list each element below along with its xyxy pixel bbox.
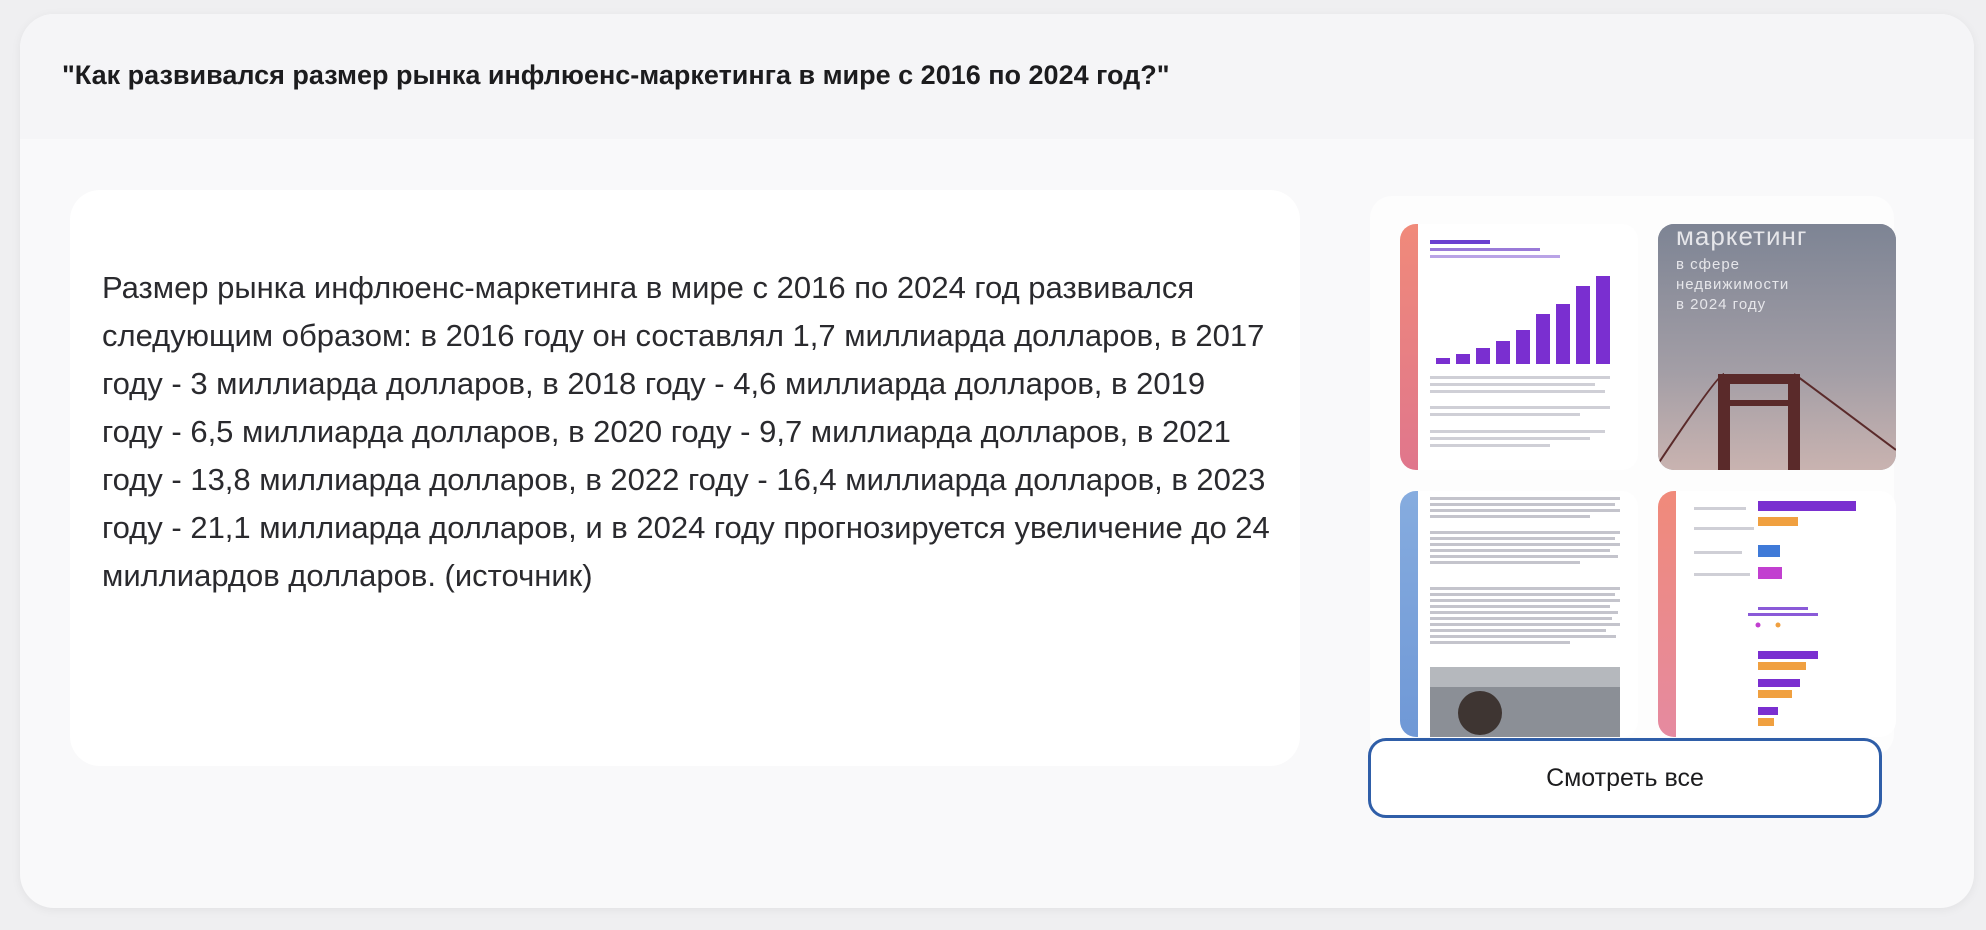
thumbnail-accent-strip — [1658, 491, 1676, 737]
thumb-bar — [1576, 286, 1590, 364]
see-all-button[interactable]: Смотреть все — [1368, 738, 1882, 818]
thumb-hbar — [1758, 679, 1800, 687]
thumb-hbar — [1758, 690, 1792, 698]
thumb-subheading — [1758, 607, 1808, 610]
thumb-hbar — [1758, 707, 1778, 715]
question-title: "Как развивался размер рынка инфлюенс-ма… — [62, 60, 1170, 90]
thumbnail-cover-bridge[interactable]: маркетинг в сфере недвижимости в 2024 го… — [1658, 224, 1896, 470]
thumb-hbar — [1758, 567, 1782, 579]
thumb-legend-dot — [1775, 622, 1781, 628]
thumbnail-chart-illustration — [1430, 240, 1610, 447]
thumb-text-line — [1430, 444, 1550, 447]
thumb-bar — [1456, 354, 1470, 364]
thumb-bar — [1556, 304, 1570, 364]
thumb-cover-subtitle: в 2024 году — [1676, 296, 1767, 313]
thumb-bar — [1436, 358, 1450, 364]
thumb-text-line — [1430, 376, 1610, 379]
thumb-hbar — [1758, 517, 1798, 526]
thumb-photo-person — [1458, 691, 1502, 735]
card-header: "Как развивался размер рынка инфлюенс-ма… — [20, 14, 1974, 139]
thumb-bar — [1516, 330, 1530, 364]
thumb-legend-dot — [1755, 622, 1761, 628]
thumbnail-accent-strip — [1400, 224, 1418, 470]
thumbnail-text-page[interactable] — [1400, 491, 1638, 737]
thumb-text-line — [1430, 390, 1605, 393]
source-link[interactable]: (источник) — [445, 558, 593, 593]
answer-body: Размер рынка инфлюенс-маркетинга в мире … — [102, 270, 1270, 593]
answer-text: Размер рынка инфлюенс-маркетинга в мире … — [102, 264, 1270, 600]
thumbnail-horizontal-bars[interactable] — [1658, 491, 1896, 737]
thumb-text-line — [1430, 430, 1605, 433]
thumb-text-block — [1430, 497, 1620, 644]
thumb-cover-subtitle: в сфере — [1676, 256, 1741, 273]
thumb-hbar — [1758, 545, 1780, 557]
thumb-bar — [1496, 341, 1510, 364]
thumb-subheading — [1748, 613, 1818, 616]
thumb-text-line — [1430, 413, 1580, 416]
thumb-bar — [1476, 348, 1490, 364]
answer-panel: Размер рынка инфлюенс-маркетинга в мире … — [70, 190, 1300, 766]
bridge-beam — [1718, 374, 1800, 384]
bridge-tower — [1788, 374, 1800, 470]
image-gallery: маркетинг в сфере недвижимости в 2024 го… — [1370, 196, 1896, 756]
bridge-tower — [1718, 374, 1730, 470]
thumb-hbar — [1758, 662, 1806, 670]
thumb-heading-line — [1430, 255, 1560, 258]
thumb-cover-subtitle: недвижимости — [1676, 276, 1790, 293]
thumb-heading-line — [1430, 240, 1490, 244]
thumb-heading-line — [1430, 248, 1540, 251]
bridge-beam — [1718, 400, 1800, 406]
thumbnail-report-bar-chart[interactable] — [1400, 224, 1638, 470]
thumb-labels — [1694, 507, 1754, 576]
thumb-bar — [1536, 314, 1550, 364]
thumb-hbar — [1758, 718, 1774, 726]
thumb-hbar — [1758, 651, 1818, 659]
thumbnail-text-illustration — [1430, 497, 1620, 737]
thumbnail-accent-strip — [1400, 491, 1418, 737]
thumb-hbar — [1758, 501, 1856, 511]
thumb-text-line — [1430, 383, 1595, 386]
thumbnail-hbar-illustration — [1694, 501, 1856, 726]
thumb-text-line — [1430, 406, 1610, 409]
thumb-cover-title: маркетинг — [1676, 224, 1808, 251]
thumb-bar — [1596, 276, 1610, 364]
thumb-photo-building — [1430, 667, 1620, 687]
thumb-text-line — [1430, 437, 1590, 440]
